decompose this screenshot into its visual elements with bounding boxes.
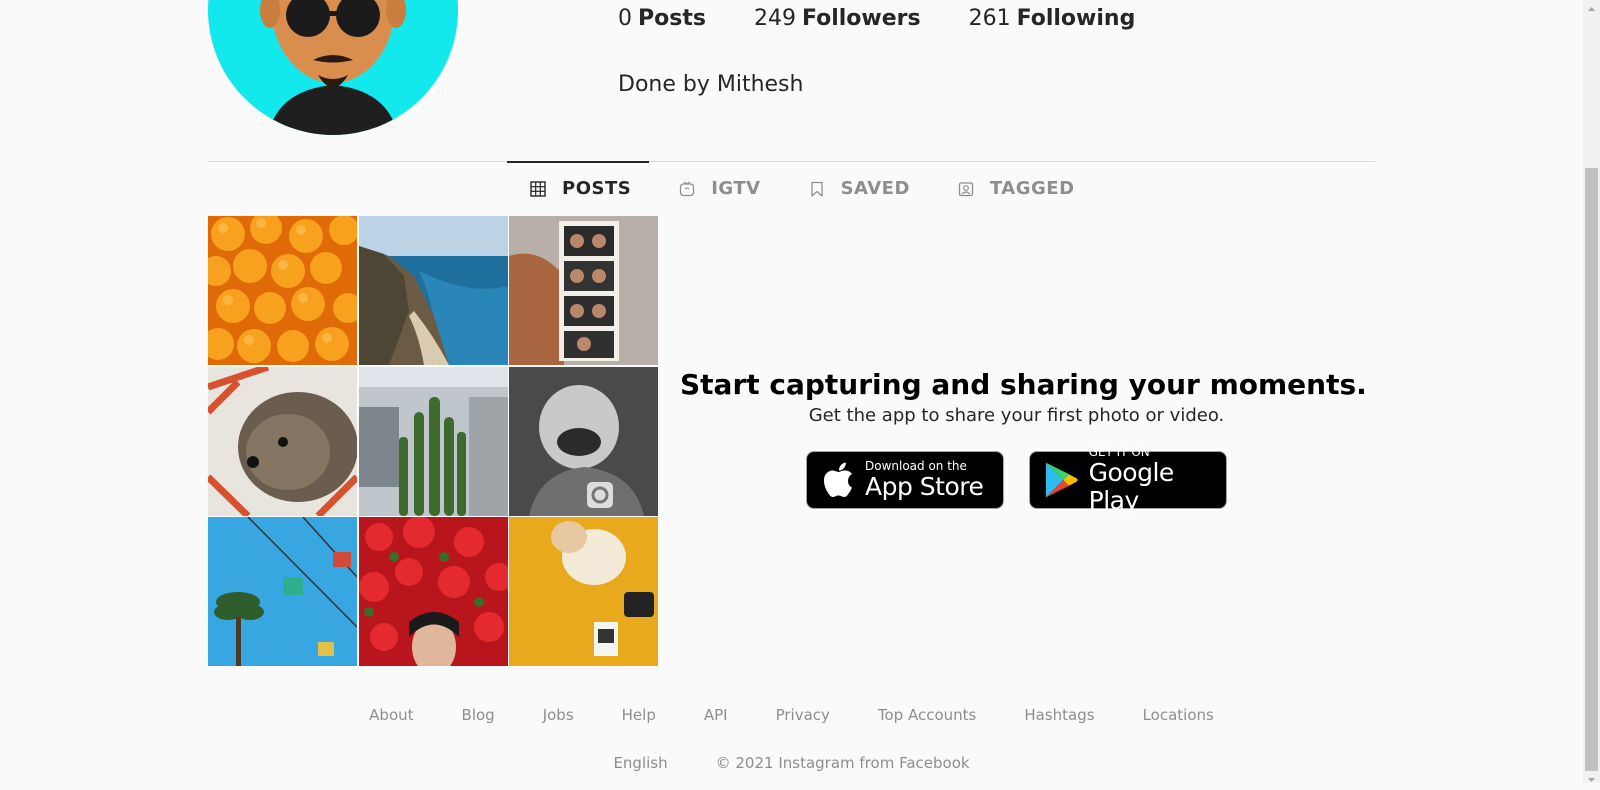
- photo-cat: [509, 517, 658, 666]
- photo-photobooth: [509, 216, 658, 365]
- page-scrollbar[interactable]: [1583, 0, 1600, 783]
- photo-baby: [509, 366, 658, 516]
- followers-count: 249: [753, 6, 796, 31]
- tab-tagged[interactable]: TAGGED: [958, 178, 1075, 199]
- avatar-illustration: [260, 0, 406, 135]
- photo-coast: [358, 216, 508, 365]
- app-store-big-text: App Store: [865, 472, 984, 501]
- posts-stat: 0 Posts: [618, 6, 706, 31]
- copyright: © 2021 Instagram from Facebook: [715, 754, 970, 772]
- promo-subtitle: Get the app to share your first photo or…: [808, 405, 1225, 426]
- bookmark-icon: [810, 181, 823, 197]
- posts-count: 0: [618, 6, 632, 31]
- photo-oranges: [208, 216, 357, 365]
- footer-link-hashtags[interactable]: Hashtags: [1024, 706, 1094, 724]
- following-stat[interactable]: 261 Following: [969, 6, 1136, 31]
- footer-link-api[interactable]: API: [704, 706, 728, 724]
- footer-link-help[interactable]: Help: [622, 706, 656, 724]
- followers-label: Followers: [801, 6, 921, 31]
- footer-link-top-accounts[interactable]: Top Accounts: [878, 706, 976, 724]
- footer-link-blog[interactable]: Blog: [462, 706, 495, 724]
- store-badges: Download on the App Store GET IT ON Goog…: [680, 445, 1353, 515]
- app-store-button[interactable]: Download on the App Store: [806, 451, 1004, 509]
- following-label: Following: [1016, 6, 1136, 31]
- profile-avatar[interactable]: [208, 0, 458, 135]
- igtv-icon: [680, 180, 695, 196]
- scroll-down-arrow-icon[interactable]: [1583, 771, 1600, 783]
- tagged-icon: [958, 181, 974, 196]
- promo-title: Start capturing and sharing your moments…: [680, 368, 1367, 401]
- photo-cactus: [358, 366, 508, 516]
- grid-icon: [530, 180, 546, 197]
- google-play-small-text: GET IT ON: [1088, 445, 1150, 459]
- app-store-small-text: Download on the: [865, 459, 967, 473]
- footer-link-privacy[interactable]: Privacy: [776, 706, 830, 724]
- apple-icon: [824, 462, 852, 497]
- tab-igtv[interactable]: IGTV: [679, 178, 760, 199]
- footer-link-about[interactable]: About: [369, 706, 413, 724]
- following-count: 261: [968, 6, 1011, 31]
- tab-posts[interactable]: POSTS: [530, 178, 631, 199]
- google-play-big-text: Google Play: [1088, 458, 1175, 515]
- tab-saved[interactable]: SAVED: [809, 178, 910, 199]
- tab-posts-label: POSTS: [562, 178, 632, 199]
- photo-gondola: [208, 517, 357, 666]
- scroll-thumb[interactable]: [1585, 168, 1598, 771]
- posts-label: Posts: [638, 6, 706, 31]
- photo-dog: [208, 366, 357, 516]
- tab-divider: [208, 161, 1375, 162]
- photo-flowers: [358, 517, 508, 666]
- sample-photo-grid: [208, 216, 658, 668]
- scroll-up-arrow-icon[interactable]: [1583, 0, 1600, 12]
- language-selector[interactable]: English: [613, 754, 667, 772]
- profile-bio: Done by Mithesh: [618, 72, 804, 97]
- profile-stats: 0 Posts 249 Followers 261 Following: [618, 6, 1135, 31]
- footer-bottom: English © 2021 Instagram from Facebook: [0, 754, 1583, 772]
- footer-link-jobs[interactable]: Jobs: [543, 706, 574, 724]
- tab-igtv-label: IGTV: [711, 178, 761, 199]
- google-play-icon: [1045, 462, 1078, 498]
- google-play-button[interactable]: GET IT ON Google Play: [1029, 445, 1227, 515]
- footer-link-locations[interactable]: Locations: [1143, 706, 1214, 724]
- followers-stat[interactable]: 249 Followers: [754, 6, 921, 31]
- profile-tabs: POSTS IGTV SAVED TAGGED: [530, 178, 1075, 199]
- get-app-promo: Start capturing and sharing your moments…: [680, 368, 1367, 515]
- footer-links: About Blog Jobs Help API Privacy Top Acc…: [0, 706, 1583, 724]
- tab-saved-label: SAVED: [840, 178, 910, 199]
- tab-tagged-label: TAGGED: [989, 178, 1075, 199]
- tab-active-indicator: [507, 161, 649, 163]
